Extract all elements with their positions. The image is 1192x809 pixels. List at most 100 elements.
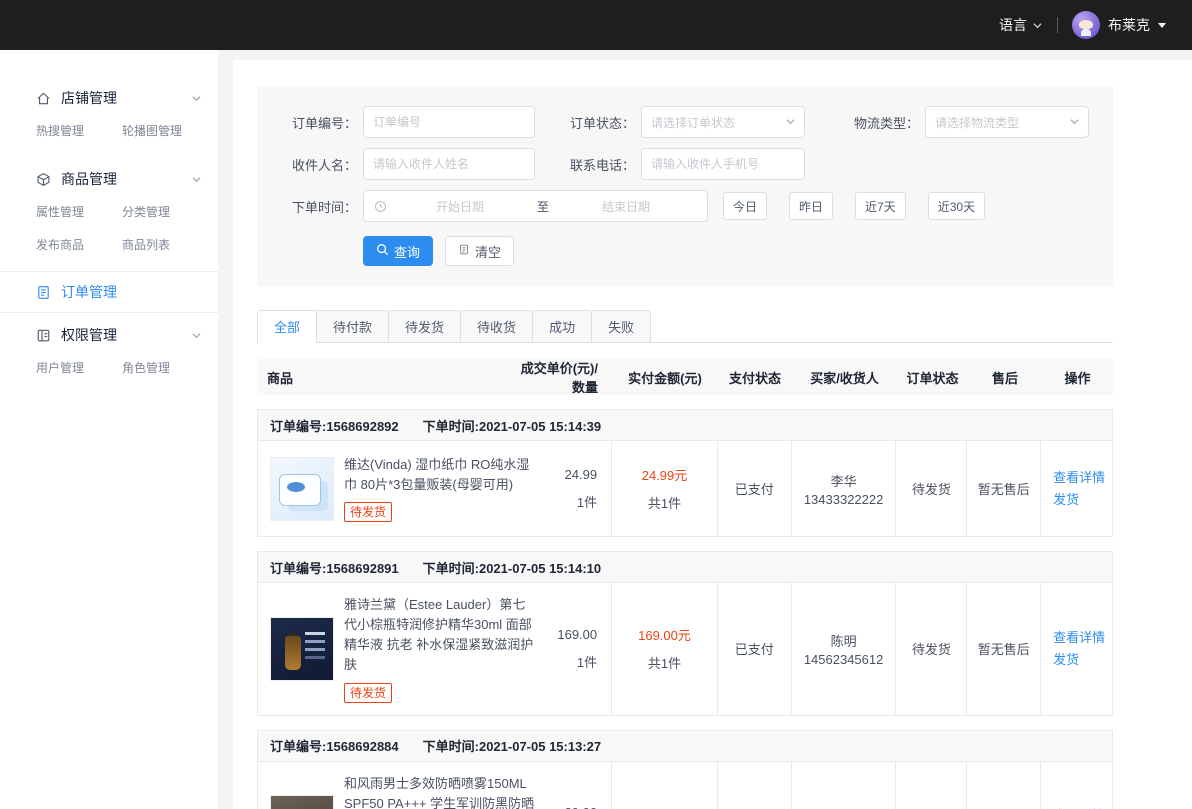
logistics-type-select[interactable]: 请选择物流类型 <box>925 106 1089 138</box>
username: 布莱克 <box>1108 15 1150 35</box>
order-time-label: 下单时间： <box>287 197 357 216</box>
permission-icon <box>36 327 52 343</box>
tab-item[interactable]: 失败 <box>591 310 651 342</box>
unit-price: 24.99 <box>565 467 598 482</box>
filter-panel: 订单编号： 订单状态： 请选择订单状态 物流类型： <box>257 86 1113 286</box>
buyer-name: 陈明 <box>831 631 857 650</box>
tab-item[interactable]: 成功 <box>532 310 592 342</box>
sidebar-subitem[interactable]: 发布商品 <box>36 236 122 253</box>
chevron-down-icon <box>1069 115 1080 130</box>
sidebar-item[interactable]: 商品管理 <box>0 159 218 199</box>
sidebar-subitem[interactable]: 商品列表 <box>122 236 208 253</box>
sidebar-subitem[interactable]: 分类管理 <box>122 203 208 220</box>
sidebar-item-label: 商品管理 <box>61 169 191 189</box>
buyer-cell: 李华 13433322222 <box>792 762 897 809</box>
goods-icon <box>36 171 52 187</box>
sidebar-subitems: 属性管理分类管理发布商品商品列表 <box>0 199 218 267</box>
end-date-placeholder: 结束日期 <box>555 198 697 215</box>
sidebar-subitem[interactable]: 角色管理 <box>122 359 208 376</box>
unit-price: 89.00 <box>565 805 598 809</box>
status-tabs: 全部待付款待发货待收货成功失败 <box>257 310 1113 343</box>
pay-status: 已支付 <box>735 479 774 498</box>
order-status-cell: 待发货 <box>896 762 967 809</box>
topbar: 语言 布莱克 <box>0 0 1192 50</box>
tab-item[interactable]: 待发货 <box>388 310 461 342</box>
logistics-type-placeholder: 请选择物流类型 <box>935 114 1019 131</box>
order-status-placeholder: 请选择订单状态 <box>651 114 735 131</box>
product-cell: 雅诗兰黛（Estee Lauder）第七代小棕瓶特润修护精华30ml 面部精华液… <box>258 583 612 715</box>
order-action-link[interactable]: 查看详情 <box>1053 805 1105 809</box>
order-action-link[interactable]: 发货 <box>1053 649 1079 671</box>
order-card-header: 订单编号:1568692884 下单时间:2021-07-05 15:13:27 <box>257 730 1113 762</box>
sidebar: 店铺管理 热搜管理轮播图管理 商品管理 属性管理分类管理发布商品商品列表 订单管… <box>0 50 218 809</box>
status-badge: 待发货 <box>344 683 392 703</box>
search-button[interactable]: 查询 <box>363 236 433 266</box>
order-number: 订单编号:1568692884 <box>270 736 399 755</box>
sidebar-item[interactable]: 店铺管理 <box>0 78 218 118</box>
quick-range-button[interactable]: 近30天 <box>928 192 985 220</box>
tab-item[interactable]: 待付款 <box>316 310 389 342</box>
contact-phone-input[interactable] <box>641 148 805 180</box>
sidebar-section: 店铺管理 热搜管理轮播图管理 <box>0 76 218 157</box>
buyer-name: 李华 <box>831 471 857 490</box>
date-range-picker[interactable]: 开始日期 至 结束日期 <box>363 190 708 222</box>
main-content: 订单编号： 订单状态： 请选择订单状态 物流类型： <box>233 60 1192 809</box>
sidebar-subitem[interactable]: 热搜管理 <box>36 122 122 139</box>
sidebar-section: 权限管理 用户管理角色管理 <box>0 313 218 394</box>
caret-down-icon <box>1158 23 1166 28</box>
unit-price-quantity: 89.00 1件 <box>565 805 612 809</box>
clock-icon <box>374 200 387 213</box>
quantity: 1件 <box>557 652 597 671</box>
start-date-placeholder: 开始日期 <box>389 198 531 215</box>
order-no-input[interactable] <box>363 106 535 138</box>
status-badge: 待发货 <box>344 502 392 522</box>
pay-status: 已支付 <box>735 639 774 658</box>
product-image <box>270 617 334 681</box>
paid-amount: 169.00元 <box>638 625 691 644</box>
orders-list: 订单编号:1568692892 下单时间:2021-07-05 15:14:39… <box>257 409 1113 809</box>
clear-button-label: 清空 <box>475 242 501 261</box>
receiver-name-input[interactable] <box>363 148 535 180</box>
paid-amount-cell: 24.99元 共1件 <box>612 441 718 536</box>
order-card-body: 维达(Vinda) 湿巾纸巾 RO纯水湿巾 80片*3包量贩装(母婴可用) 待发… <box>257 441 1113 537</box>
contact-phone-label: 联系电话： <box>565 155 635 174</box>
sidebar-item[interactable]: 权限管理 <box>0 315 218 355</box>
quantity: 1件 <box>565 492 598 511</box>
after-sale-cell: 暂无售后 <box>967 762 1041 809</box>
after-sale-status: 暂无售后 <box>978 479 1030 498</box>
clear-button[interactable]: 清空 <box>445 236 514 266</box>
language-label: 语言 <box>999 15 1027 35</box>
sidebar-subitem[interactable]: 属性管理 <box>36 203 122 220</box>
topbar-divider <box>1057 17 1058 33</box>
quick-range-button[interactable]: 昨日 <box>789 192 833 220</box>
sidebar-subitem[interactable]: 用户管理 <box>36 359 122 376</box>
order-card-header: 订单编号:1568692891 下单时间:2021-07-05 15:14:10 <box>257 551 1113 583</box>
order-status-select[interactable]: 请选择订单状态 <box>641 106 805 138</box>
tab-item[interactable]: 待收货 <box>460 310 533 342</box>
language-menu[interactable]: 语言 <box>999 15 1043 35</box>
paid-count: 共1件 <box>648 493 681 512</box>
sidebar-item[interactable]: 订单管理 <box>0 272 218 312</box>
order-card-body: 雅诗兰黛（Estee Lauder）第七代小棕瓶特润修护精华30ml 面部精华液… <box>257 583 1113 716</box>
receiver-name-label: 收件人名： <box>287 155 357 174</box>
chevron-down-icon <box>191 174 202 185</box>
product-cell: 维达(Vinda) 湿巾纸巾 RO纯水湿巾 80片*3包量贩装(母婴可用) 待发… <box>258 441 612 536</box>
tab-active[interactable]: 全部 <box>257 310 317 342</box>
order-status-cell: 待发货 <box>896 583 967 715</box>
sidebar-subitem[interactable]: 轮播图管理 <box>122 122 208 139</box>
column-header: 成交单价(元)/数量 <box>506 358 612 396</box>
quick-range-button[interactable]: 今日 <box>723 192 767 220</box>
order-action-link[interactable]: 查看详情 <box>1053 467 1105 489</box>
column-header: 售后 <box>968 368 1042 387</box>
logistics-type-label: 物流类型： <box>849 113 919 132</box>
quick-range-button[interactable]: 近7天 <box>855 192 906 220</box>
buyer-phone: 13433322222 <box>804 492 884 507</box>
search-button-label: 查询 <box>394 242 420 261</box>
after-sale-cell: 暂无售后 <box>967 583 1041 715</box>
chevron-down-icon <box>785 115 796 130</box>
user-menu[interactable]: 布莱克 <box>1072 11 1166 39</box>
order-action-link[interactable]: 查看详情 <box>1053 627 1105 649</box>
paid-amount: 24.99元 <box>642 465 688 484</box>
order-action-link[interactable]: 发货 <box>1053 489 1079 511</box>
sidebar-item-label: 订单管理 <box>61 282 202 302</box>
